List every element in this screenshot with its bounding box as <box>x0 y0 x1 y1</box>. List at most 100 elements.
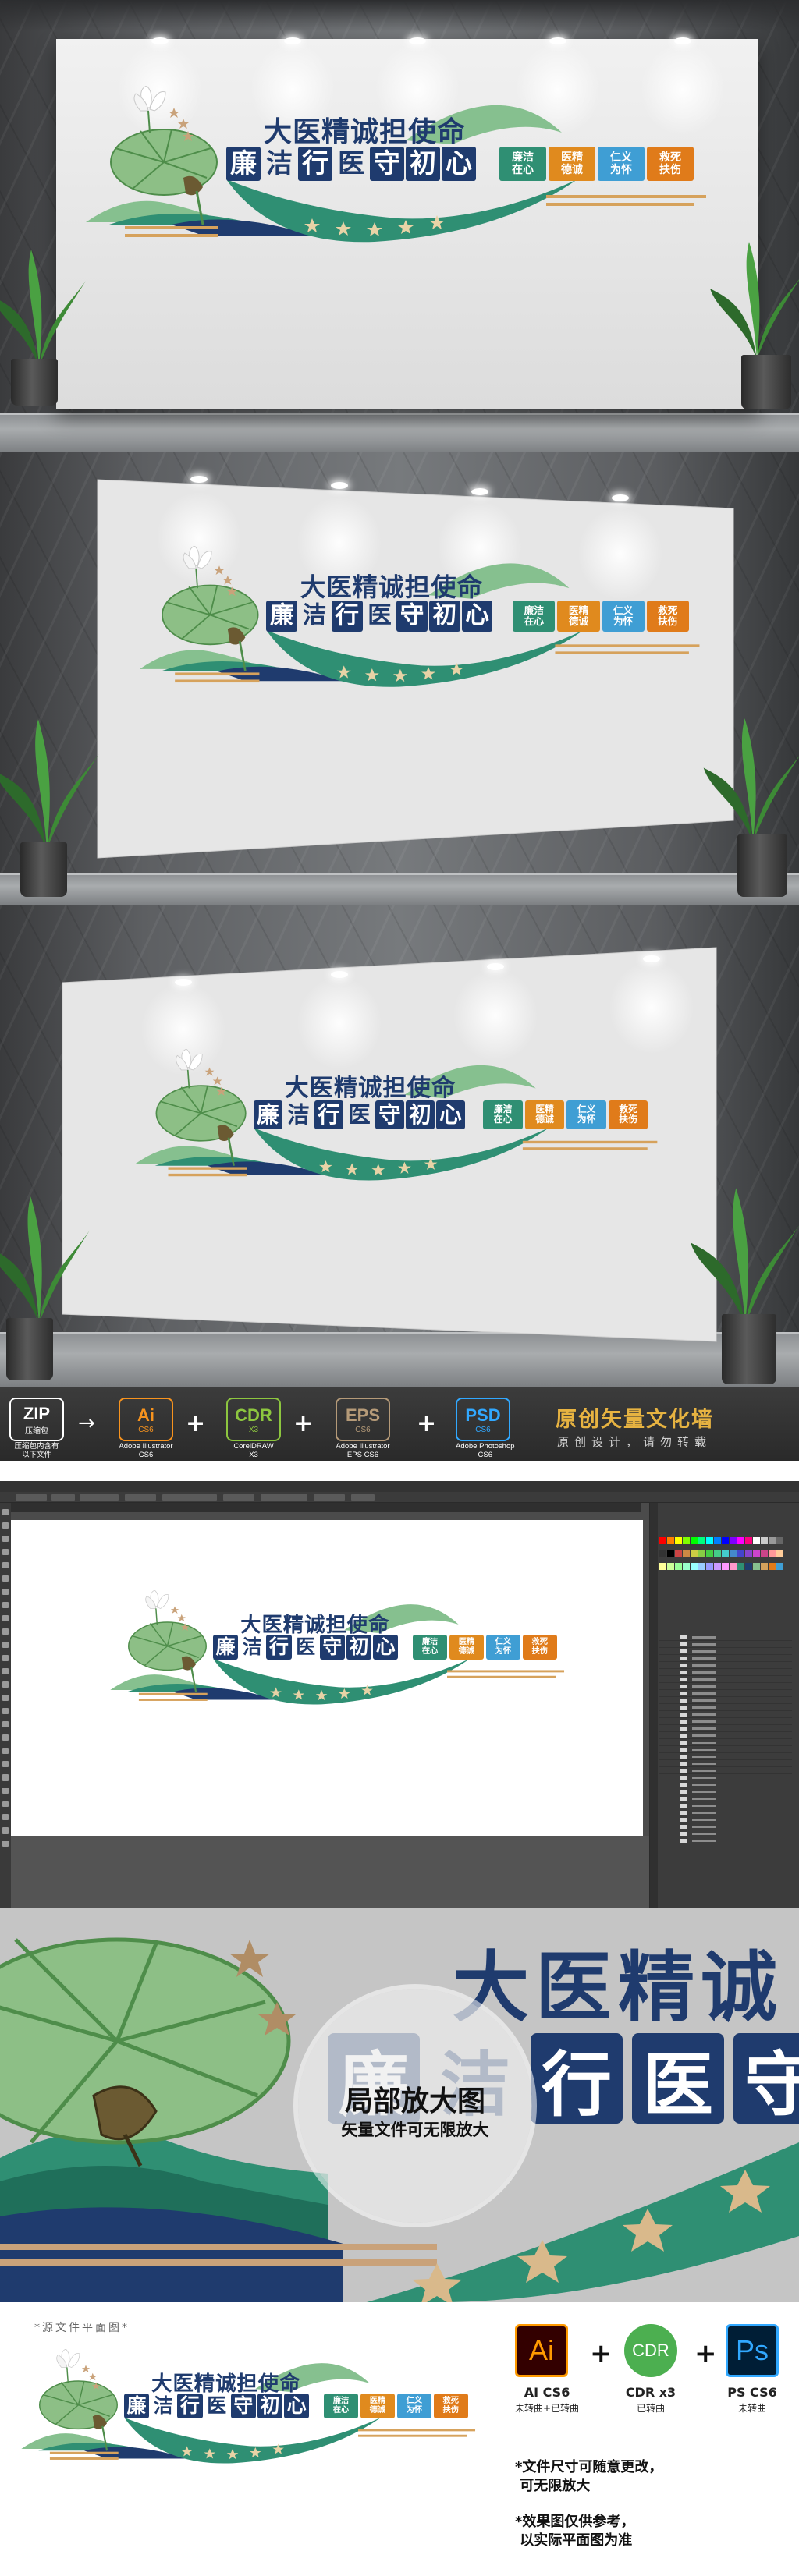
layer-row[interactable] <box>659 1823 792 1830</box>
tool-icon[interactable] <box>2 1841 9 1847</box>
swatch[interactable] <box>761 1550 768 1557</box>
swatch[interactable] <box>737 1562 744 1570</box>
swatch[interactable] <box>737 1550 744 1557</box>
swatch[interactable] <box>659 1537 666 1544</box>
swatch[interactable] <box>769 1562 776 1570</box>
tool-icon[interactable] <box>2 1536 9 1542</box>
swatch[interactable] <box>691 1550 698 1557</box>
tool-icon[interactable] <box>2 1788 9 1794</box>
layer-row[interactable] <box>659 1704 792 1711</box>
layer-row[interactable] <box>659 1809 792 1816</box>
swatch[interactable] <box>761 1537 768 1544</box>
document-tabs[interactable] <box>11 1503 641 1512</box>
tool-icon[interactable] <box>2 1509 9 1515</box>
layer-row[interactable] <box>659 1634 792 1641</box>
swatch[interactable] <box>776 1550 783 1557</box>
tool-icon[interactable] <box>2 1575 9 1582</box>
layer-row[interactable] <box>659 1655 792 1662</box>
tool-icon[interactable] <box>2 1589 9 1595</box>
swatch[interactable] <box>745 1537 752 1544</box>
layer-row[interactable] <box>659 1683 792 1690</box>
swatch[interactable] <box>706 1537 713 1544</box>
layer-row[interactable] <box>659 1739 792 1746</box>
swatch[interactable] <box>683 1562 690 1570</box>
swatch[interactable] <box>769 1537 776 1544</box>
swatch[interactable] <box>659 1550 666 1557</box>
tool-icon[interactable] <box>2 1801 9 1807</box>
layer-row[interactable] <box>659 1816 792 1823</box>
swatch[interactable] <box>667 1562 674 1570</box>
swatch[interactable] <box>753 1550 760 1557</box>
layer-row[interactable] <box>659 1746 792 1753</box>
tool-icon[interactable] <box>2 1642 9 1648</box>
layer-row[interactable] <box>659 1767 792 1774</box>
swatch[interactable] <box>691 1562 698 1570</box>
swatches-grid[interactable] <box>659 1537 790 1575</box>
tool-icon[interactable] <box>2 1761 9 1767</box>
swatch[interactable] <box>691 1537 698 1544</box>
layer-row[interactable] <box>659 1795 792 1802</box>
tool-icon[interactable] <box>2 1708 9 1714</box>
swatch[interactable] <box>722 1537 729 1544</box>
tool-icon[interactable] <box>2 1549 9 1555</box>
tool-icon[interactable] <box>2 1774 9 1781</box>
tool-icon[interactable] <box>2 1602 9 1608</box>
swatch[interactable] <box>714 1537 721 1544</box>
tool-icon[interactable] <box>2 1721 9 1727</box>
swatch[interactable] <box>698 1537 705 1544</box>
tool-icon[interactable] <box>2 1562 9 1568</box>
layer-row[interactable] <box>659 1830 792 1837</box>
swatch[interactable] <box>667 1537 674 1544</box>
swatch[interactable] <box>769 1550 776 1557</box>
layer-row[interactable] <box>659 1774 792 1781</box>
swatch[interactable] <box>683 1550 690 1557</box>
artboard[interactable]: 大医精诚担使命廉洁行医守初心廉洁 在心 医精 德诚 仁义 为怀 救死 扶伤 <box>11 1520 643 1836</box>
swatch[interactable] <box>776 1562 783 1570</box>
tool-icon[interactable] <box>2 1734 9 1741</box>
swatch[interactable] <box>745 1550 752 1557</box>
swatch[interactable] <box>706 1550 713 1557</box>
layer-row[interactable] <box>659 1648 792 1655</box>
swatch[interactable] <box>683 1537 690 1544</box>
layer-row[interactable] <box>659 1690 792 1697</box>
swatch[interactable] <box>730 1562 737 1570</box>
layer-row[interactable] <box>659 1788 792 1795</box>
swatch[interactable] <box>714 1562 721 1570</box>
swatch[interactable] <box>753 1562 760 1570</box>
layer-row[interactable] <box>659 1641 792 1648</box>
layer-row[interactable] <box>659 1725 792 1732</box>
swatch[interactable] <box>776 1537 783 1544</box>
swatch[interactable] <box>659 1562 666 1570</box>
swatch[interactable] <box>698 1562 705 1570</box>
layer-row[interactable] <box>659 1711 792 1718</box>
swatch[interactable] <box>745 1562 752 1570</box>
tool-icon[interactable] <box>2 1814 9 1820</box>
layer-row[interactable] <box>659 1802 792 1809</box>
swatch[interactable] <box>675 1562 682 1570</box>
swatch[interactable] <box>698 1550 705 1557</box>
swatch[interactable] <box>714 1550 721 1557</box>
layer-row[interactable] <box>659 1662 792 1669</box>
swatch[interactable] <box>730 1537 737 1544</box>
layer-row[interactable] <box>659 1837 792 1844</box>
tool-icon[interactable] <box>2 1668 9 1674</box>
tool-icon[interactable] <box>2 1655 9 1661</box>
swatch[interactable] <box>675 1537 682 1544</box>
tool-icon[interactable] <box>2 1681 9 1688</box>
layer-row[interactable] <box>659 1718 792 1725</box>
swatch[interactable] <box>753 1537 760 1544</box>
layer-row[interactable] <box>659 1760 792 1767</box>
tool-icon[interactable] <box>2 1522 9 1529</box>
layer-row[interactable] <box>659 1697 792 1704</box>
swatch[interactable] <box>761 1562 768 1570</box>
layer-row[interactable] <box>659 1669 792 1676</box>
tool-icon[interactable] <box>2 1748 9 1754</box>
tools-panel[interactable] <box>0 1503 11 1908</box>
swatches-layers-panel[interactable] <box>649 1503 799 1908</box>
tool-icon[interactable] <box>2 1628 9 1635</box>
swatch[interactable] <box>667 1550 674 1557</box>
layer-row[interactable] <box>659 1676 792 1683</box>
swatch[interactable] <box>722 1562 729 1570</box>
tool-icon[interactable] <box>2 1827 9 1834</box>
swatch[interactable] <box>730 1550 737 1557</box>
